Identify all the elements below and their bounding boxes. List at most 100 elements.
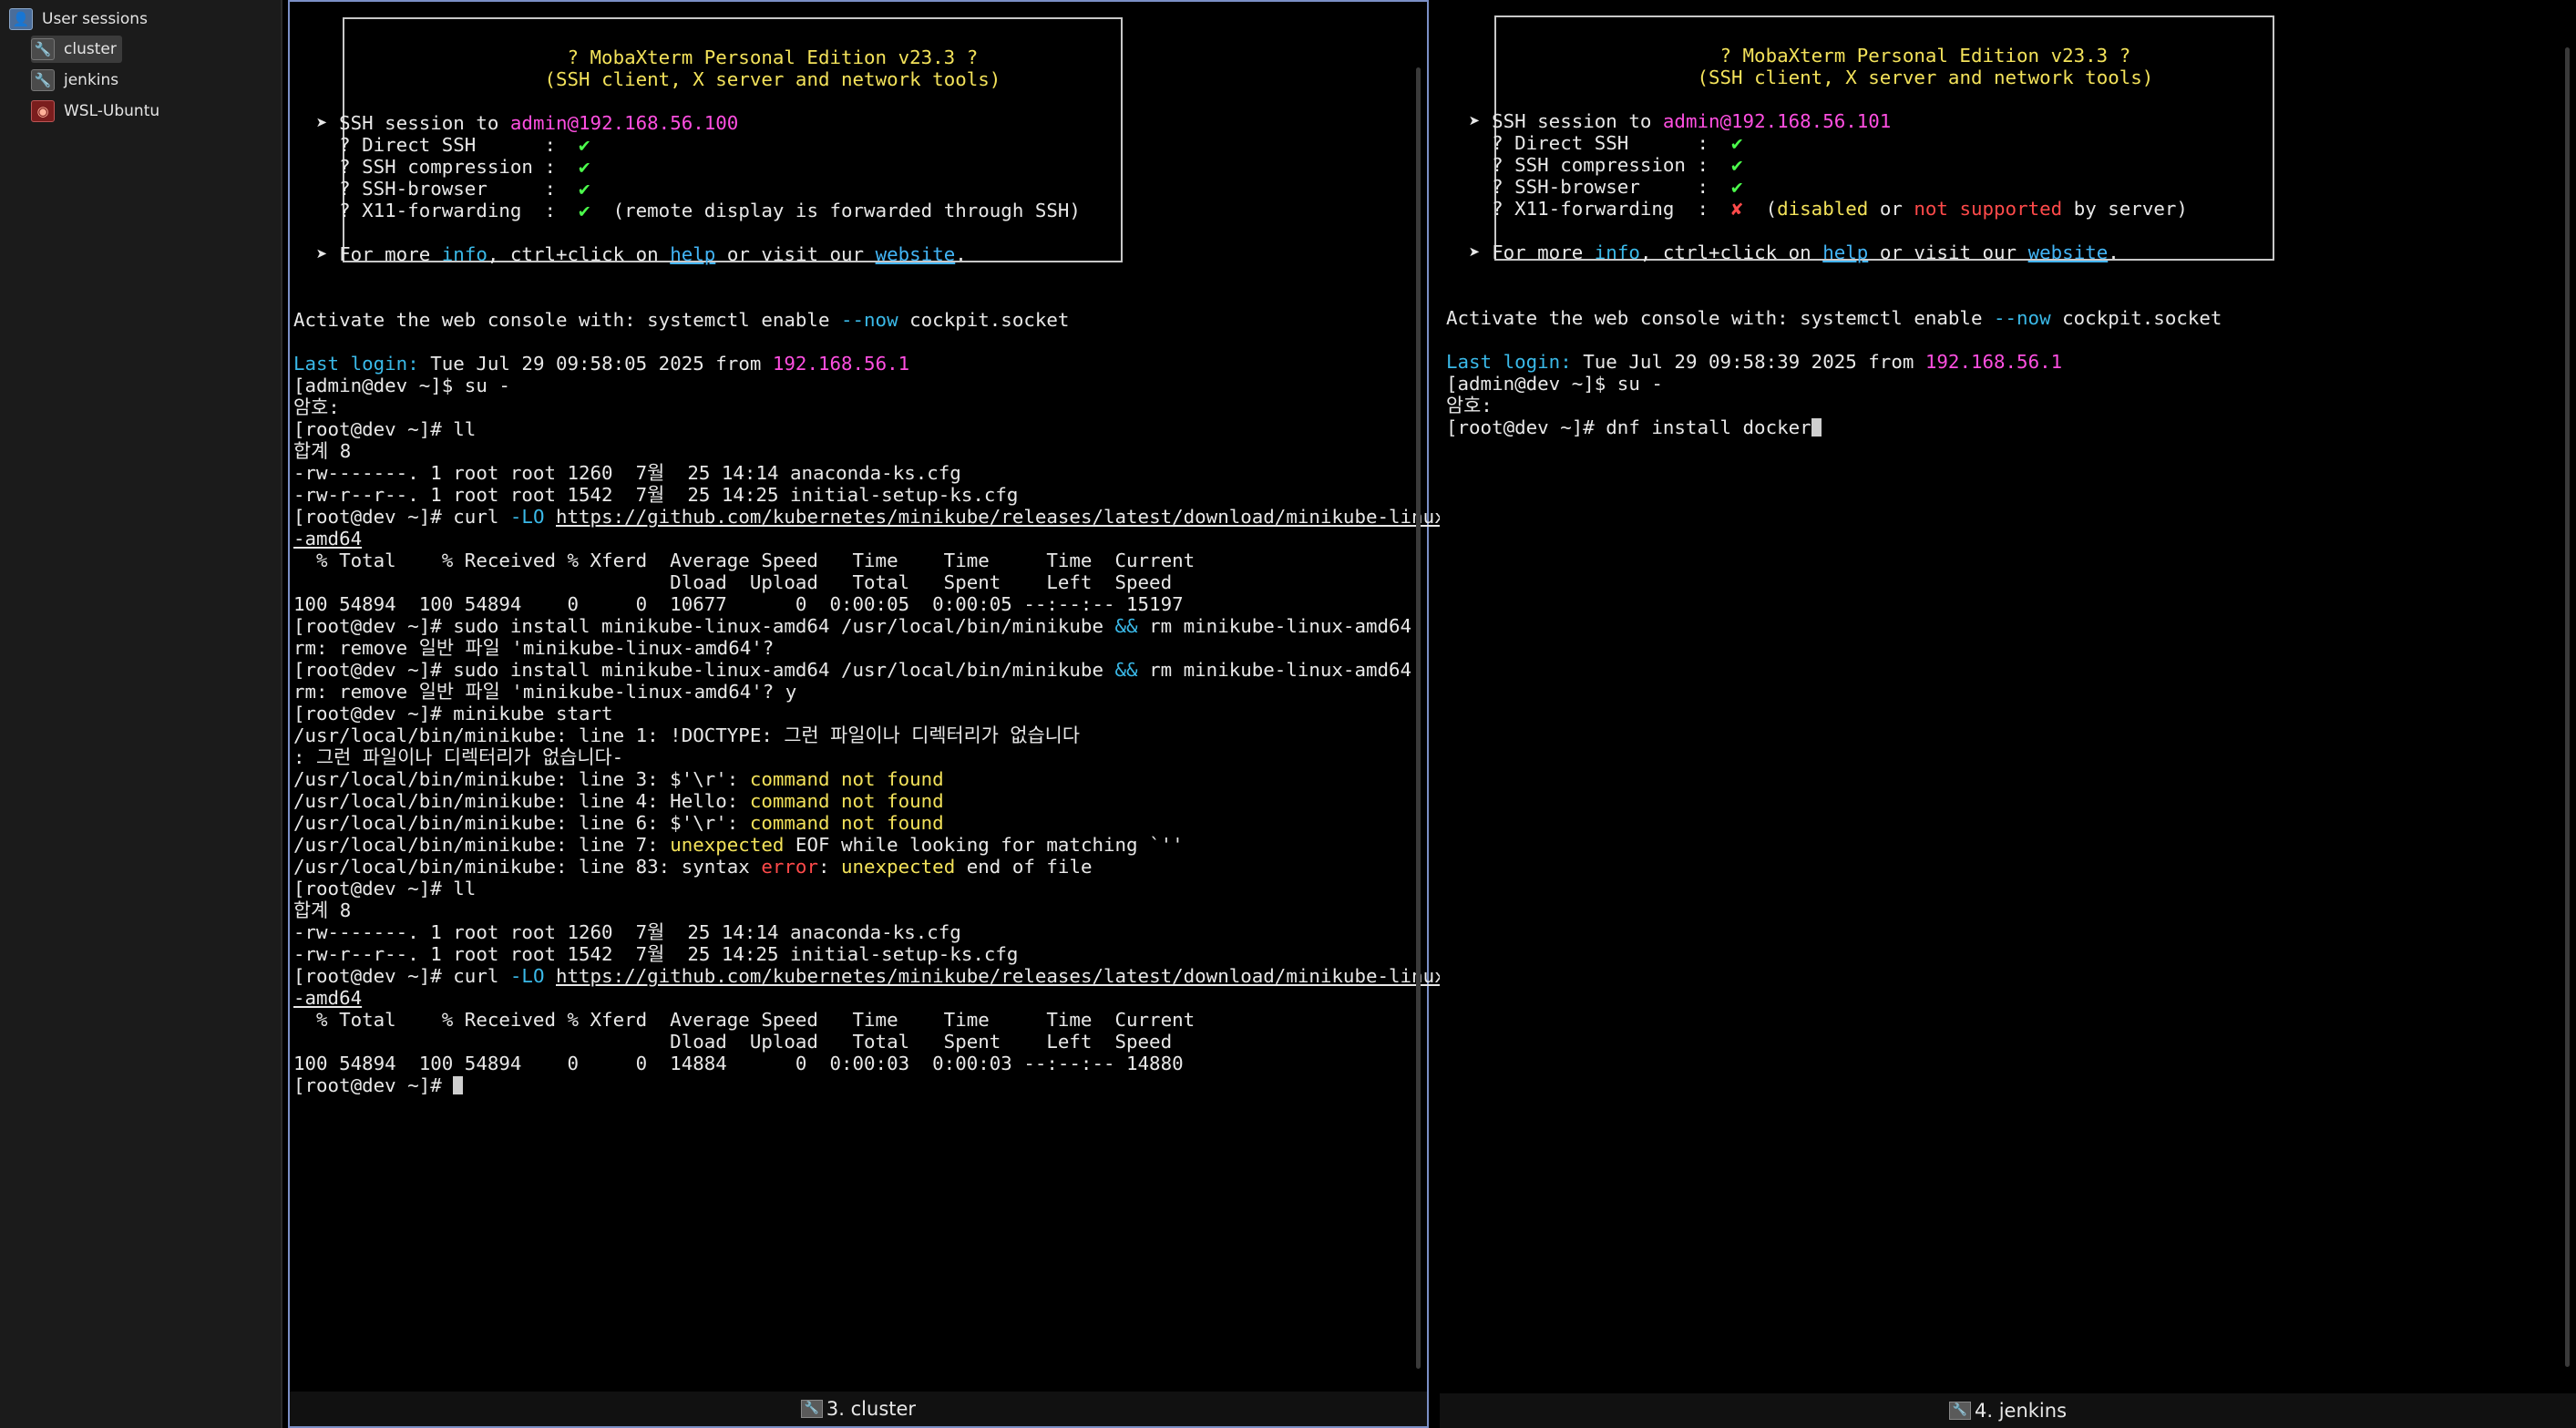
terminal-text: admin@192.168.56.101 [1662, 110, 1892, 132]
terminal-scrollbar[interactable] [1416, 67, 1421, 1369]
terminal-text: --now [841, 309, 898, 331]
user-sessions-icon: 👤 [9, 8, 33, 30]
terminal-line [293, 25, 1446, 46]
terminal-text: end of file [955, 856, 1093, 878]
sidebar-item-wsl-ubuntu[interactable]: ◉ WSL-Ubuntu [31, 98, 159, 125]
terminal-text: cockpit.socket [2050, 307, 2222, 329]
terminal-text: . [2108, 241, 2119, 263]
terminal-line: ? X11-forwarding : ✘ (disabled or not su… [1446, 198, 2222, 220]
terminal-line: : 그런 파일이나 디렉터리가 없습니다- [293, 746, 1446, 768]
terminal-line: [root@dev ~]# sudo install minikube-linu… [293, 659, 1446, 681]
terminal-text: . [955, 243, 967, 265]
terminal-line: ? X11-forwarding : ✔ (remote display is … [293, 200, 1446, 221]
terminal-text: rm minikube-linux-amd64 [1137, 615, 1412, 637]
terminal-line: -rw-r--r--. 1 root root 1542 7월 25 14:25… [293, 943, 1446, 965]
terminal-text: % Total % Received % Xferd Average Speed… [293, 1009, 1196, 1031]
terminal-link[interactable]: help [670, 243, 715, 265]
terminal-text: : 그런 파일이나 디렉터리가 없습니다- [293, 746, 624, 768]
terminal-text: [root@dev ~]# ll [293, 878, 477, 899]
terminal-text: 100 54894 100 54894 0 0 10677 0 0:00:05 … [293, 593, 1184, 615]
terminal-line: ? SSH compression : ✔ [293, 156, 1446, 178]
terminal-line: ? SSH compression : ✔ [1446, 154, 2222, 176]
terminal-text: (SSH client, X server and network tools) [1697, 67, 2154, 88]
terminal-line [293, 265, 1446, 287]
terminal-line: -amd64 [293, 528, 1446, 550]
terminal-text: ? SSH-browser : [1446, 176, 1732, 198]
terminal-text: command not found [749, 812, 944, 834]
terminal-text: ? SSH-browser : [293, 178, 580, 200]
terminal-text[interactable]: https://github.com/kubernetes/minikube/r… [556, 506, 1446, 528]
sidebar-item-cluster[interactable]: 🔧 cluster [31, 36, 122, 63]
terminal-line: ? Direct SSH : ✔ [1446, 132, 2222, 154]
terminal-line [293, 331, 1446, 353]
terminal-line: Dload Upload Total Spent Left Speed [293, 571, 1446, 593]
terminal-text: ? X11-forwarding : [1446, 198, 1732, 220]
terminal-text: -LO [509, 965, 545, 987]
terminal-text: (remote display is forwarded through SSH… [590, 200, 1081, 221]
wrench-icon: 🔧 [1948, 1402, 1971, 1420]
terminal-text[interactable]: -amd64 [293, 987, 362, 1009]
terminal-text: Tue Jul 29 09:58:39 2025 from [1571, 351, 1925, 373]
terminal-line: /usr/local/bin/minikube: line 7: unexpec… [293, 834, 1446, 856]
terminal-line [293, 221, 1446, 243]
terminal-output[interactable]: ? MobaXterm Personal Edition v23.3 ? (SS… [293, 25, 1446, 1096]
terminal-text: Dload Upload Total Spent Left Speed [293, 1031, 1173, 1053]
terminal-text: not supported [1914, 198, 2063, 220]
tab-cluster[interactable]: 🔧 3. cluster [290, 1392, 1427, 1426]
terminal-scrollbar[interactable] [2565, 47, 2570, 1367]
terminal-line: Activate the web console with: systemctl… [293, 309, 1446, 331]
terminal-line [1446, 285, 2222, 307]
terminal-line: 암호: [293, 396, 1446, 418]
terminal-link[interactable]: website [2028, 241, 2109, 263]
terminal-link[interactable]: help [1822, 241, 1868, 263]
terminal-line [293, 90, 1446, 112]
wrench-icon: 🔧 [31, 69, 55, 91]
terminal-text: [admin@dev ~]$ su - [1446, 373, 1663, 395]
terminal-text: -LO [509, 506, 545, 528]
terminal-text: ✔ [579, 178, 590, 200]
terminal-line: 100 54894 100 54894 0 0 10677 0 0:00:05 … [293, 593, 1446, 615]
terminal-output[interactable]: ? MobaXterm Personal Edition v23.3 ? (SS… [1446, 23, 2222, 438]
terminal-pane-jenkins[interactable]: ? MobaXterm Personal Edition v23.3 ? (SS… [1440, 0, 2576, 1428]
terminal-text: -rw-------. 1 root root 1260 7월 25 14:14… [293, 921, 961, 943]
terminal-text[interactable]: https://github.com/kubernetes/minikube/r… [556, 965, 1446, 987]
terminal-text: 192.168.56.1 [1924, 351, 2063, 373]
user-sessions-label: User sessions [42, 10, 148, 28]
terminal-text: Last login: [293, 353, 419, 375]
terminal-link[interactable]: website [876, 243, 956, 265]
terminal-text: [root@dev ~]# sudo install minikube-linu… [293, 615, 1115, 637]
terminal-text: -rw-------. 1 root root 1260 7월 25 14:14… [293, 462, 961, 484]
wrench-icon: 🔧 [31, 38, 55, 60]
terminal-pane-cluster[interactable]: ? MobaXterm Personal Edition v23.3 ? (SS… [288, 0, 1446, 1428]
terminal-line: [root@dev ~]# sudo install minikube-linu… [293, 615, 1446, 637]
terminal-text: error [761, 856, 818, 878]
terminal-text: rm: remove 일반 파일 'minikube-linux-amd64'? [293, 637, 775, 659]
user-sessions-header[interactable]: 👤 User sessions [9, 5, 148, 33]
terminal-text: ? MobaXterm Personal Edition v23.3 ? [567, 46, 979, 68]
tab-label: 3. cluster [826, 1398, 917, 1420]
terminal-text: ✔ [1731, 132, 1743, 154]
sidebar-item-jenkins[interactable]: 🔧 jenkins [31, 67, 118, 94]
terminal-line: (SSH client, X server and network tools) [1446, 67, 2222, 88]
terminal-text: 암호: [293, 396, 340, 418]
terminal-text: /usr/local/bin/minikube: line 3: $'\r': [293, 768, 750, 790]
terminal-text: [root@dev ~]# sudo install minikube-linu… [293, 659, 1115, 681]
sidebar-item-label: cluster [64, 40, 117, 58]
terminal-text[interactable]: -amd64 [293, 528, 362, 550]
terminal-line: Last login: Tue Jul 29 09:58:05 2025 fro… [293, 353, 1446, 375]
terminal-line: Dload Upload Total Spent Left Speed [293, 1031, 1446, 1053]
terminal-line: ➤ SSH session to admin@192.168.56.101 [1446, 110, 2222, 132]
terminal-line: [root@dev ~]# curl -LO https://github.co… [293, 506, 1446, 528]
tab-jenkins[interactable]: 🔧 4. jenkins [1440, 1393, 2576, 1428]
terminal-text: % Total % Received % Xferd Average Speed… [293, 550, 1196, 571]
terminal-line: -rw-r--r--. 1 root root 1542 7월 25 14:25… [293, 484, 1446, 506]
terminal-text: -rw-r--r--. 1 root root 1542 7월 25 14:25… [293, 484, 1019, 506]
terminal-line: ? MobaXterm Personal Edition v23.3 ? [1446, 45, 2222, 67]
terminal-line: ? MobaXterm Personal Edition v23.3 ? [293, 46, 1446, 68]
